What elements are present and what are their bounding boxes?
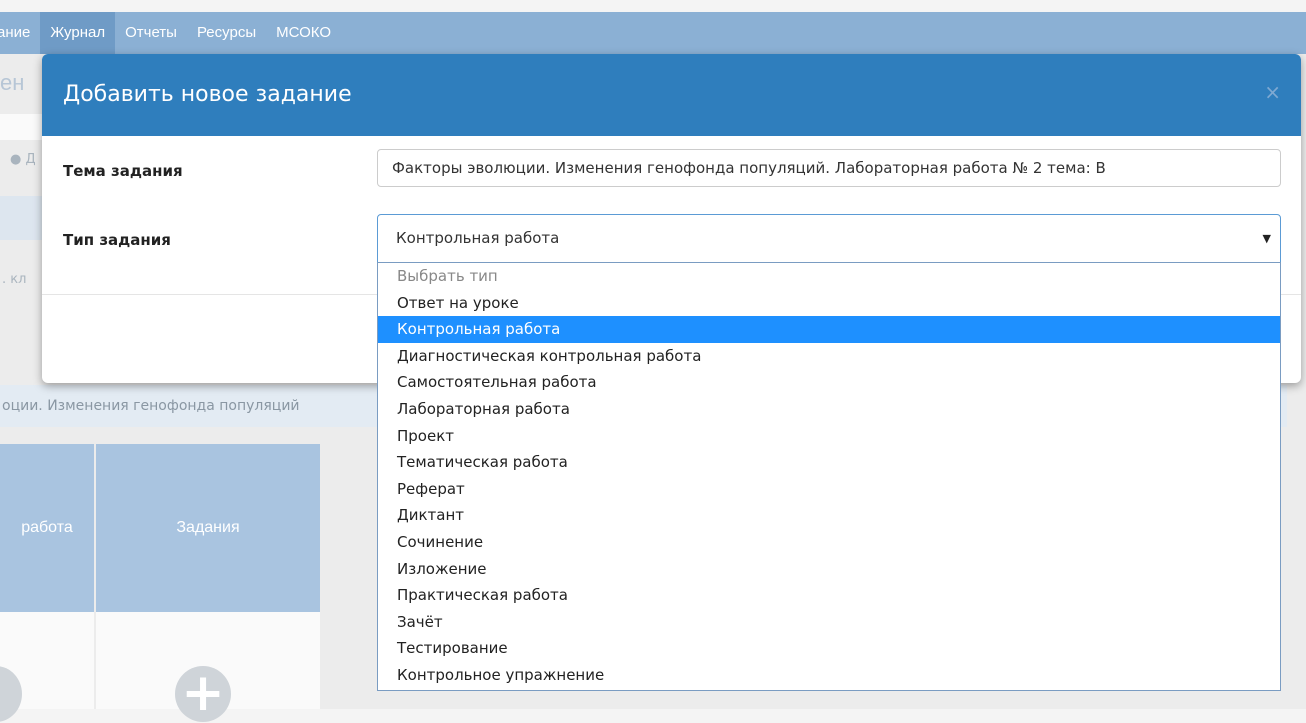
modal-title: Добавить новое задание	[63, 82, 352, 107]
chevron-down-icon: ▼	[1262, 232, 1271, 245]
type-label: Тип задания	[63, 231, 171, 249]
top-strip	[0, 0, 1306, 12]
dropdown-option[interactable]: Выбрать тип	[378, 263, 1280, 290]
dropdown-option[interactable]: Изложение	[378, 556, 1280, 583]
dropdown-option[interactable]: Практическая работа	[378, 582, 1280, 609]
nav-item-msoko[interactable]: МСОКО	[266, 12, 341, 54]
page-title-fragment: ен	[0, 70, 25, 95]
modal-header: Добавить новое задание ×	[42, 54, 1301, 136]
add-link-fragment: ● Д	[10, 152, 36, 167]
dropdown-option[interactable]: Ответ на уроке	[378, 290, 1280, 317]
panel-row	[0, 196, 45, 240]
dropdown-option[interactable]: Сочинение	[378, 529, 1280, 556]
dropdown-option[interactable]: Тематическая работа	[378, 449, 1280, 476]
dropdown-option[interactable]: Самостоятельная работа	[378, 369, 1280, 396]
nav-item-journal[interactable]: Журнал	[40, 12, 116, 54]
dropdown-option[interactable]: Диктант	[378, 502, 1280, 529]
add-link-text: Д	[25, 152, 36, 167]
panel-row	[0, 114, 45, 140]
task-type-select[interactable]: Контрольная работа ▼	[377, 214, 1281, 263]
close-icon[interactable]: ×	[1264, 80, 1281, 104]
dropdown-option[interactable]: Контрольная работа	[378, 316, 1280, 343]
dropdown-option[interactable]: Реферат	[378, 476, 1280, 503]
circle-icon: ●	[10, 152, 22, 167]
dropdown-option[interactable]: Проект	[378, 423, 1280, 450]
dropdown-option[interactable]: Зачёт	[378, 609, 1280, 636]
dropdown-option[interactable]: Тестирование	[378, 635, 1280, 662]
nav-item-reports[interactable]: Отчеты	[115, 12, 187, 54]
assignments-table: работа Задания +	[0, 444, 320, 722]
dropdown-option[interactable]: Диагностическая контрольная работа	[378, 343, 1280, 370]
add-task-plus-icon[interactable]: +	[175, 666, 231, 722]
topic-label: Тема задания	[63, 162, 183, 180]
main-navbar: ание Журнал Отчеты Ресурсы МСОКО	[0, 12, 1306, 54]
table-header-tasks: Задания	[96, 444, 320, 612]
nav-item-0[interactable]: ание	[0, 12, 40, 54]
class-fragment: . кл	[2, 272, 27, 287]
topic-input[interactable]: Факторы эволюции. Изменения генофонда по…	[377, 149, 1281, 187]
task-type-selected-value: Контрольная работа	[396, 229, 560, 247]
dropdown-option[interactable]: Лабораторная работа	[378, 396, 1280, 423]
dropdown-option[interactable]: Контрольное упражнение	[378, 662, 1280, 689]
task-type-dropdown-list: Выбрать тип Ответ на уроке Контрольная раб…	[377, 262, 1281, 691]
nav-item-resources[interactable]: Ресурсы	[187, 12, 266, 54]
table-header-work: работа	[0, 444, 94, 612]
